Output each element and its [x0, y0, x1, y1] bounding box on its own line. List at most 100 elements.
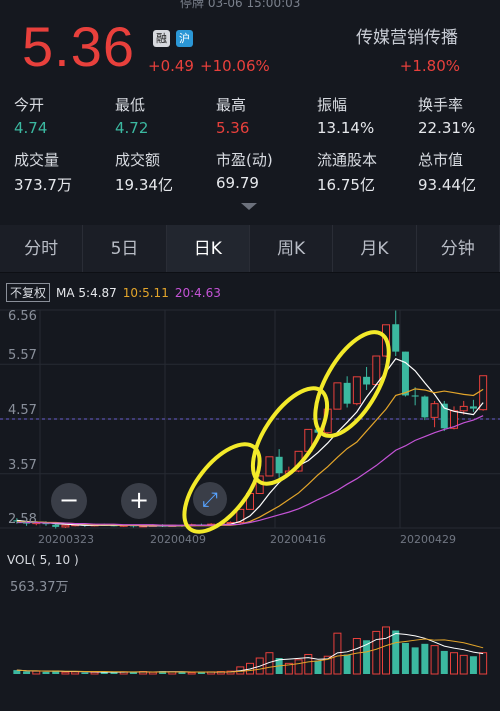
stat-item: 最高 5.36 — [216, 94, 317, 143]
volume-bar — [23, 671, 31, 674]
candle-body — [352, 376, 361, 405]
stat-label: 总市值 — [418, 151, 464, 169]
zoom-out-button[interactable]: − — [51, 483, 87, 519]
candle — [401, 351, 409, 397]
stat-item: 成交量 373.7万 — [14, 149, 115, 201]
volume-bar — [314, 660, 322, 674]
sector-link[interactable]: 传媒营销传播 — [356, 23, 458, 48]
stat-label: 最低 — [115, 96, 146, 114]
candle-body — [469, 406, 477, 409]
volume-bar — [382, 626, 390, 675]
stat-item: 流通股本 16.75亿 — [317, 149, 418, 201]
x-tick-label: 20200323 — [38, 533, 94, 546]
stat-item: 最低 4.72 — [115, 94, 216, 143]
volume-bar — [430, 645, 439, 675]
volume-bar — [459, 654, 468, 675]
candle — [333, 382, 342, 410]
volume-bar — [401, 642, 409, 674]
stat-item: 今开 4.74 — [14, 94, 115, 143]
tab-period[interactable]: 月K — [333, 225, 417, 272]
chevron-right-icon[interactable]: › — [444, 20, 460, 44]
stat-value: 5.36 — [216, 119, 250, 137]
volume-bar — [42, 671, 50, 674]
period-tabs: 分时 5日 日K 周K 月K 分钟 — [0, 225, 500, 273]
volume-legend: VOL( 5, 10 ) — [7, 553, 79, 567]
stat-value: 373.7万 — [14, 176, 72, 194]
candle-body — [430, 403, 439, 418]
stat-value: 16.75亿 — [317, 176, 375, 194]
volume-bar — [343, 654, 351, 674]
candle-body — [459, 405, 468, 412]
volume-bar — [178, 672, 186, 674]
status-text: 停牌 03-06 15:00:03 — [180, 0, 301, 10]
expand-details-icon[interactable] — [241, 203, 257, 210]
y-tick-label: 3.57 — [8, 457, 37, 473]
tab-period[interactable]: 分时 — [0, 225, 84, 272]
stat-item: 市盈(动) 69.79 — [216, 149, 317, 201]
volume-bar — [392, 630, 400, 674]
volume-bar — [421, 643, 429, 674]
stat-label: 成交额 — [115, 151, 161, 169]
stat-label: 流通股本 — [317, 151, 378, 169]
volume-bar — [294, 659, 303, 675]
candle — [430, 400, 439, 428]
stat-label: 市盈(动) — [216, 151, 273, 169]
volume-bar — [81, 672, 89, 674]
stat-value: 19.34亿 — [115, 176, 173, 194]
volume-bar — [61, 671, 70, 675]
candle — [469, 399, 477, 412]
stat-label: 今开 — [14, 96, 45, 114]
margin-badge: 融 — [153, 30, 170, 47]
candle — [343, 376, 351, 408]
stat-label: 振幅 — [317, 96, 348, 114]
candle-body — [421, 396, 429, 418]
fullscreen-icon[interactable]: ⤢ — [193, 482, 227, 516]
price-change-pct: +10.06% — [200, 57, 270, 75]
stat-item: 换手率 22.31% — [418, 94, 500, 143]
tab-period[interactable]: 周K — [250, 225, 334, 272]
stat-value: 13.14% — [317, 119, 375, 137]
stat-item: 振幅 13.14% — [317, 94, 418, 143]
volume-bar — [333, 632, 342, 675]
y-tick-label: 4.57 — [8, 403, 37, 418]
volume-bar — [32, 670, 41, 675]
y-tick-label: 5.57 — [8, 348, 37, 364]
shanghai-badge: 沪 — [176, 30, 193, 47]
candle-body — [275, 456, 283, 474]
volume-bar — [187, 672, 196, 675]
x-tick-label: 20200416 — [270, 533, 326, 546]
candle — [265, 456, 274, 477]
candle-body — [372, 355, 381, 385]
stat-value: 4.72 — [115, 119, 149, 137]
x-tick-label: 20200429 — [400, 533, 456, 546]
stat-item: 总市值 93.44亿 — [418, 149, 500, 201]
candle — [363, 366, 371, 390]
candle-body — [52, 524, 60, 527]
candle-body — [61, 524, 70, 528]
candle-body — [392, 324, 400, 352]
candle-body — [265, 456, 274, 477]
candle — [392, 310, 400, 357]
tab-period[interactable]: 5日 — [83, 225, 167, 272]
volume-bar — [479, 652, 488, 675]
stat-value: 22.31% — [418, 119, 476, 137]
tab-period[interactable]: 分钟 — [417, 225, 500, 272]
volume-bar — [440, 650, 448, 674]
y-tick-label: 2.58 — [8, 512, 37, 527]
stat-label: 成交量 — [14, 151, 60, 169]
stat-value: 93.44亿 — [418, 176, 476, 194]
candle-body — [333, 382, 342, 410]
candle — [421, 395, 429, 421]
volume-bar — [352, 637, 361, 675]
zoom-in-button[interactable]: + — [121, 483, 157, 519]
volume-chart[interactable] — [0, 566, 500, 676]
volume-bar — [372, 630, 381, 675]
candle-body — [479, 375, 488, 411]
x-tick-label: 20200409 — [150, 533, 206, 546]
candle — [352, 376, 361, 406]
y-tick-label: 6.56 — [8, 309, 37, 324]
candle-body — [401, 351, 409, 396]
tab-period[interactable]: 日K — [166, 225, 250, 272]
sector-change-pct: +1.80% — [399, 57, 460, 75]
last-price: 5.36 — [22, 15, 135, 78]
